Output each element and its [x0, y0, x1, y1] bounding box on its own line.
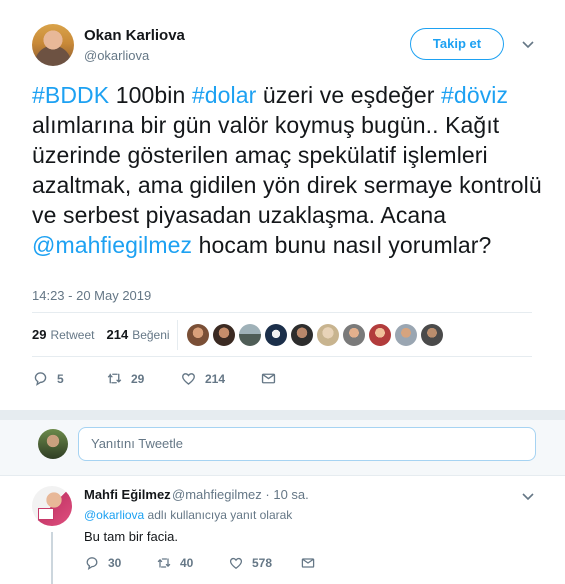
retweet-stat-count: 29: [32, 327, 47, 342]
reply-to-line: @okarliova adlı kullanıcıya yanıt olarak: [84, 508, 292, 522]
likers-avatars: [187, 324, 447, 346]
like-stat[interactable]: 214 Beğeni: [107, 327, 170, 342]
hashtag-link[interactable]: #döviz: [441, 82, 508, 108]
message-button[interactable]: [300, 555, 324, 571]
retweet-button[interactable]: 40: [156, 555, 228, 571]
like-stat-count: 214: [106, 327, 129, 342]
retweet-icon: [157, 558, 171, 568]
like-stat-label: Beğeni: [132, 328, 170, 342]
retweet-icon: [107, 373, 122, 384]
heart-icon: [182, 373, 195, 385]
like-button[interactable]: 214: [180, 370, 260, 387]
current-user-avatar: [38, 429, 68, 459]
divider: [32, 312, 532, 313]
like-count: 214: [205, 371, 226, 386]
retweet-count: 40: [180, 556, 194, 570]
reply-to-handle[interactable]: @okarliova: [84, 508, 144, 522]
reply-button[interactable]: 30: [84, 555, 156, 571]
reply-text: Bu tam bir facia.: [84, 529, 178, 544]
chevron-down-icon[interactable]: [520, 36, 536, 52]
reply-icon: [34, 372, 47, 386]
hashtag-link[interactable]: #BDDK: [32, 82, 109, 108]
retweet-stat-label: Retweet: [50, 328, 95, 342]
tweet-timestamp[interactable]: 14:23 - 20 May 2019: [32, 288, 151, 303]
like-count: 578: [252, 556, 273, 570]
thread-line: [51, 532, 53, 584]
liker-avatar[interactable]: [265, 324, 287, 346]
tweet-text: #BDDK 100bin #dolar üzeri ve eşdeğer #dö…: [32, 80, 542, 260]
retweet-stat[interactable]: 29 Retweet: [32, 327, 95, 342]
tweet-text-segment: hocam bunu nasıl yorumlar?: [192, 232, 492, 258]
liker-avatar[interactable]: [421, 324, 443, 346]
divider: [32, 356, 532, 357]
reply-author-meta[interactable]: @mahfiegilmez · 10 sa.: [172, 487, 309, 502]
envelope-icon: [261, 373, 276, 384]
tweet-actions: 5 29 214: [32, 370, 285, 387]
liker-avatar[interactable]: [291, 324, 313, 346]
reply-count: 5: [57, 371, 64, 386]
reply-composer: Yanıtını Tweetle: [0, 420, 565, 476]
reply-author-name[interactable]: Mahfi Eğilmez: [84, 487, 171, 502]
tweet-stats: 29 Retweet 214 Beğeni: [32, 327, 170, 342]
chevron-down-icon[interactable]: [520, 488, 536, 504]
liker-avatar[interactable]: [187, 324, 209, 346]
hashtag-link[interactable]: #dolar: [192, 82, 257, 108]
heart-icon: [229, 557, 243, 570]
reply-to-suffix: adlı kullanıcıya yanıt olarak: [144, 508, 293, 522]
liker-avatar[interactable]: [239, 324, 261, 346]
section-divider: [0, 410, 565, 420]
author-avatar[interactable]: [32, 24, 74, 66]
reply-author-avatar[interactable]: [32, 486, 72, 526]
liker-avatar[interactable]: [343, 324, 365, 346]
divider: [177, 320, 178, 350]
liker-avatar[interactable]: [369, 324, 391, 346]
envelope-icon: [301, 558, 315, 568]
reply-button[interactable]: 5: [32, 370, 106, 387]
reply-actions: 30 40 578: [84, 555, 324, 571]
tweet-text-segment: alımlarına bir gün valör koymuş bugün.. …: [32, 112, 542, 228]
message-button[interactable]: [260, 370, 285, 387]
reply-input[interactable]: Yanıtını Tweetle: [78, 427, 536, 461]
like-button[interactable]: 578: [228, 555, 300, 571]
liker-avatar[interactable]: [213, 324, 235, 346]
retweet-count: 29: [131, 371, 145, 386]
tweet-text-segment: 100bin: [109, 82, 192, 108]
follow-button[interactable]: Takip et: [410, 28, 504, 60]
reply-count: 30: [108, 556, 122, 570]
liker-avatar[interactable]: [395, 324, 417, 346]
retweet-button[interactable]: 29: [106, 370, 180, 387]
liker-avatar[interactable]: [317, 324, 339, 346]
tweet-text-segment: üzeri ve eşdeğer: [256, 82, 442, 108]
author-handle[interactable]: @okarliova: [84, 48, 149, 63]
author-name[interactable]: Okan Karliova: [84, 27, 185, 44]
reply-icon: [86, 557, 98, 570]
mention-link[interactable]: @mahfiegilmez: [32, 232, 192, 258]
reply-tweet[interactable]: Mahfi Eğilmez @mahfiegilmez · 10 sa. @ok…: [0, 476, 565, 584]
